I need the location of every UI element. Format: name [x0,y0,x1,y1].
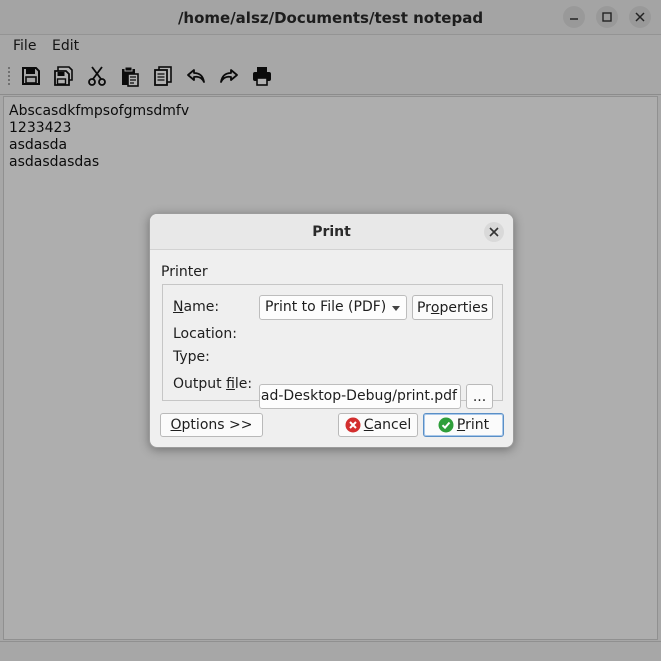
printer-group: Name: Print to File (PDF) Pr o perties Loc… [162,284,503,409]
dialog-title-bar: Print [150,214,513,250]
close-icon [489,227,499,237]
output-file-value: /home/alsz/Documents/build-notepad-Deskt… [259,388,457,404]
printer-group-label: Printer [161,264,208,280]
location-label: Location: [173,326,237,342]
cancel-icon [345,417,361,433]
cancel-label: Cancel [363,417,412,433]
output-file-field[interactable]: /home/alsz/Documents/build-notepad-Deskt… [259,384,461,409]
print-label: Print [456,417,490,433]
print-dialog: Print Printer Name: Print to File (PDF) … [149,213,514,448]
name-label: Name: [173,299,220,315]
dialog-title: Print [312,224,351,240]
options-button[interactable]: Options >> [160,413,263,437]
output-file-label: Output file: [173,376,253,392]
chevron-down-icon [392,306,400,311]
printer-select[interactable]: Print to File (PDF) [259,295,407,320]
checkmark-icon [438,417,454,433]
dialog-close-button[interactable] [484,222,504,242]
browse-button[interactable]: ... [466,384,493,409]
type-label: Type: [173,349,210,365]
cancel-button[interactable]: Cancel [338,413,418,437]
printer-select-value: Print to File (PDF) [265,299,387,315]
print-confirm-button[interactable]: Print [423,413,504,437]
properties-button[interactable]: Pr o perties [412,295,493,320]
